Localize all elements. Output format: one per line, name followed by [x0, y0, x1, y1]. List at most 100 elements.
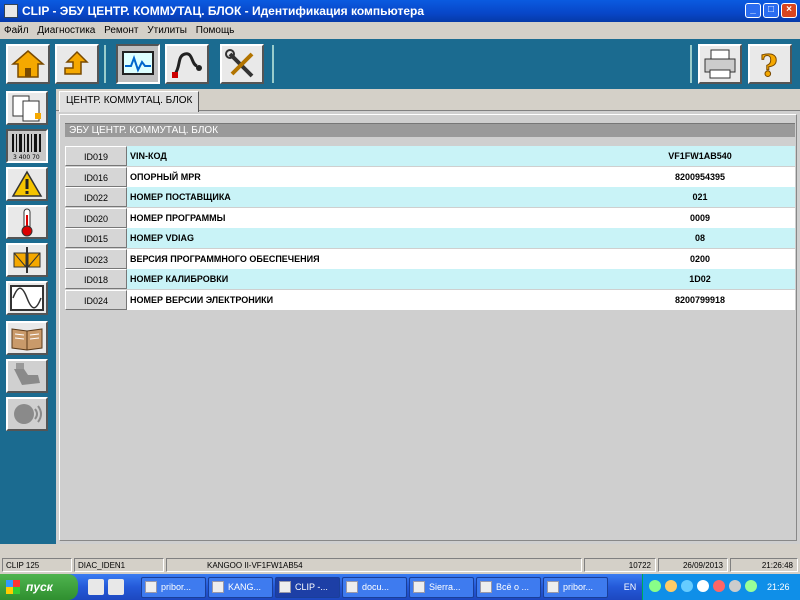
tray-icon[interactable]	[649, 580, 661, 592]
toolbar: ?	[0, 39, 800, 89]
row-value: VF1FW1AB540	[668, 151, 732, 161]
table-row: ID023 ВЕРСИЯ ПРОГРАММНОГО ОБЕСПЕЧЕНИЯ 0200	[65, 248, 795, 269]
status-module: DIAC_IDEN1	[74, 558, 164, 572]
start-button[interactable]: пуск	[0, 574, 78, 600]
row-value: 0200	[689, 253, 711, 264]
row-id[interactable]: ID018	[65, 269, 127, 289]
table-row: ID024 НОМЕР ВЕРСИИ ЭЛЕКТРОНИКИ 8200799918	[65, 289, 795, 310]
status-vehicle: KANGOO II-VF1FW1AB54	[166, 558, 582, 572]
taskbar-item[interactable]: docu...	[342, 577, 407, 598]
window-icon	[279, 581, 291, 593]
status-date: 26/09/2013	[658, 558, 728, 572]
row-value: 0009	[689, 212, 711, 223]
menu-help[interactable]: Помощь	[196, 25, 235, 36]
row-id[interactable]: ID020	[65, 207, 127, 228]
table-row: ID019 VIN-КОД VF1FW1AB540	[65, 146, 795, 166]
thermometer-icon	[21, 208, 33, 237]
sidebar-item-parts[interactable]	[6, 359, 48, 393]
print-button[interactable]	[698, 44, 742, 84]
row-value: 08	[694, 233, 705, 243]
tray-icon[interactable]	[729, 580, 741, 592]
sidebar-item-actuators[interactable]	[6, 243, 48, 277]
tab-central-switching-unit[interactable]: ЦЕНТР. КОММУТАЦ. БЛОК	[59, 91, 200, 112]
identification-table: ID019 VIN-КОД VF1FW1AB540 ID016 ОПОРНЫЙ MPR 8…	[65, 146, 795, 310]
row-id[interactable]: ID019	[65, 146, 127, 166]
taskbar-item-active[interactable]: CLIP -...	[275, 577, 340, 598]
menu-diagnostics[interactable]: Диагностика	[37, 25, 95, 36]
maximize-button[interactable]: □	[763, 3, 779, 18]
back-button[interactable]	[55, 44, 99, 84]
ie-quicklaunch-icon[interactable]	[88, 579, 104, 595]
home-button[interactable]	[6, 44, 50, 84]
row-id[interactable]: ID024	[65, 289, 127, 310]
sidebar-item-barcode[interactable]: 3 400 70	[6, 129, 48, 163]
menu-bar: Файл Диагностика Ремонт Утилиты Помощь	[0, 22, 800, 39]
close-button[interactable]: ×	[781, 3, 797, 18]
status-code: 10722	[584, 558, 656, 572]
tab-strip: ЦЕНТР. КОММУТАЦ. БЛОК	[56, 89, 800, 112]
sidebar-item-voice[interactable]	[6, 397, 48, 431]
toolbar-separator	[272, 45, 274, 83]
sidebar: 3 400 70	[0, 89, 56, 544]
sidebar-item-manual[interactable]	[6, 321, 48, 355]
identification-icon	[12, 95, 41, 122]
row-value: 1D02	[689, 274, 711, 284]
row-value: 8200954395	[674, 171, 726, 182]
monitor-button[interactable]	[116, 44, 160, 84]
home-icon	[10, 50, 46, 78]
tray-icon[interactable]	[665, 580, 677, 592]
tray-icon[interactable]	[745, 580, 757, 592]
sidebar-item-parameters[interactable]	[6, 205, 48, 239]
help-icon: ?	[760, 49, 779, 85]
toolbar-separator	[690, 45, 692, 83]
row-id[interactable]: ID016	[65, 166, 127, 187]
taskbar-item[interactable]: KANG...	[208, 577, 273, 598]
tray-icon[interactable]	[681, 580, 693, 592]
help-button[interactable]: ?	[748, 44, 792, 85]
row-value: 8200799918	[674, 294, 726, 305]
svg-text:?: ?	[760, 49, 778, 82]
table-row: ID020 НОМЕР ПРОГРАММЫ 0009	[65, 207, 795, 228]
taskbar-item[interactable]: Sierra...	[409, 577, 474, 598]
tools-icon	[225, 49, 254, 78]
tray-icon[interactable]	[713, 580, 725, 592]
title-bar[interactable]: CLIP - ЭБУ ЦЕНТР. КОММУТАЦ. БЛОК - Идент…	[0, 0, 800, 22]
status-time: 21:26:48	[730, 558, 798, 572]
section-header: ЭБУ ЦЕНТР. КОММУТАЦ. БЛОК	[65, 123, 795, 137]
menu-file[interactable]: Файл	[4, 25, 29, 36]
tools-button[interactable]	[220, 44, 264, 84]
taskbar-item[interactable]: pribor...	[141, 577, 206, 598]
sidebar-item-identification[interactable]	[6, 91, 48, 125]
menu-utilities[interactable]: Утилиты	[147, 25, 187, 36]
menu-repair[interactable]: Ремонт	[104, 25, 138, 36]
taskbar-item[interactable]: Всё о ...	[476, 577, 541, 598]
system-tray: 21:26	[642, 574, 800, 600]
taskbar: пуск pribor... KANG... CLIP -... docu...…	[0, 574, 800, 600]
row-id[interactable]: ID015	[65, 228, 127, 248]
table-row: ID022 НОМЕР ПОСТАВЩИКА 021	[65, 187, 795, 207]
monitor-icon	[122, 51, 154, 75]
language-indicator[interactable]: EN	[620, 574, 640, 600]
folder-icon	[145, 581, 157, 593]
window-title: CLIP - ЭБУ ЦЕНТР. КОММУТАЦ. БЛОК - Идент…	[22, 4, 425, 18]
table-row: ID015 НОМЕР VDIAG 08	[65, 228, 795, 248]
app-quicklaunch-icon[interactable]	[108, 579, 124, 595]
taskbar-item[interactable]: pribor...	[543, 577, 608, 598]
ie-icon	[212, 581, 224, 593]
app-icon	[4, 4, 18, 18]
manual-book-icon	[11, 328, 43, 351]
image-icon	[547, 581, 559, 593]
row-id[interactable]: ID023	[65, 248, 127, 269]
probe-button[interactable]	[165, 44, 209, 84]
row-id[interactable]: ID022	[65, 187, 127, 207]
tray-icon[interactable]	[697, 580, 709, 592]
sidebar-item-faults[interactable]	[6, 167, 48, 201]
svg-text:3 400 70: 3 400 70	[13, 154, 40, 161]
minimize-button[interactable]: _	[745, 3, 761, 18]
start-label: пуск	[26, 580, 53, 594]
clip-window: CLIP - ЭБУ ЦЕНТР. КОММУТАЦ. БЛОК - Идент…	[0, 0, 800, 574]
waveform-icon	[10, 285, 44, 311]
parts-icon	[14, 363, 40, 385]
sidebar-item-signals[interactable]	[6, 281, 48, 315]
back-icon	[64, 50, 89, 75]
